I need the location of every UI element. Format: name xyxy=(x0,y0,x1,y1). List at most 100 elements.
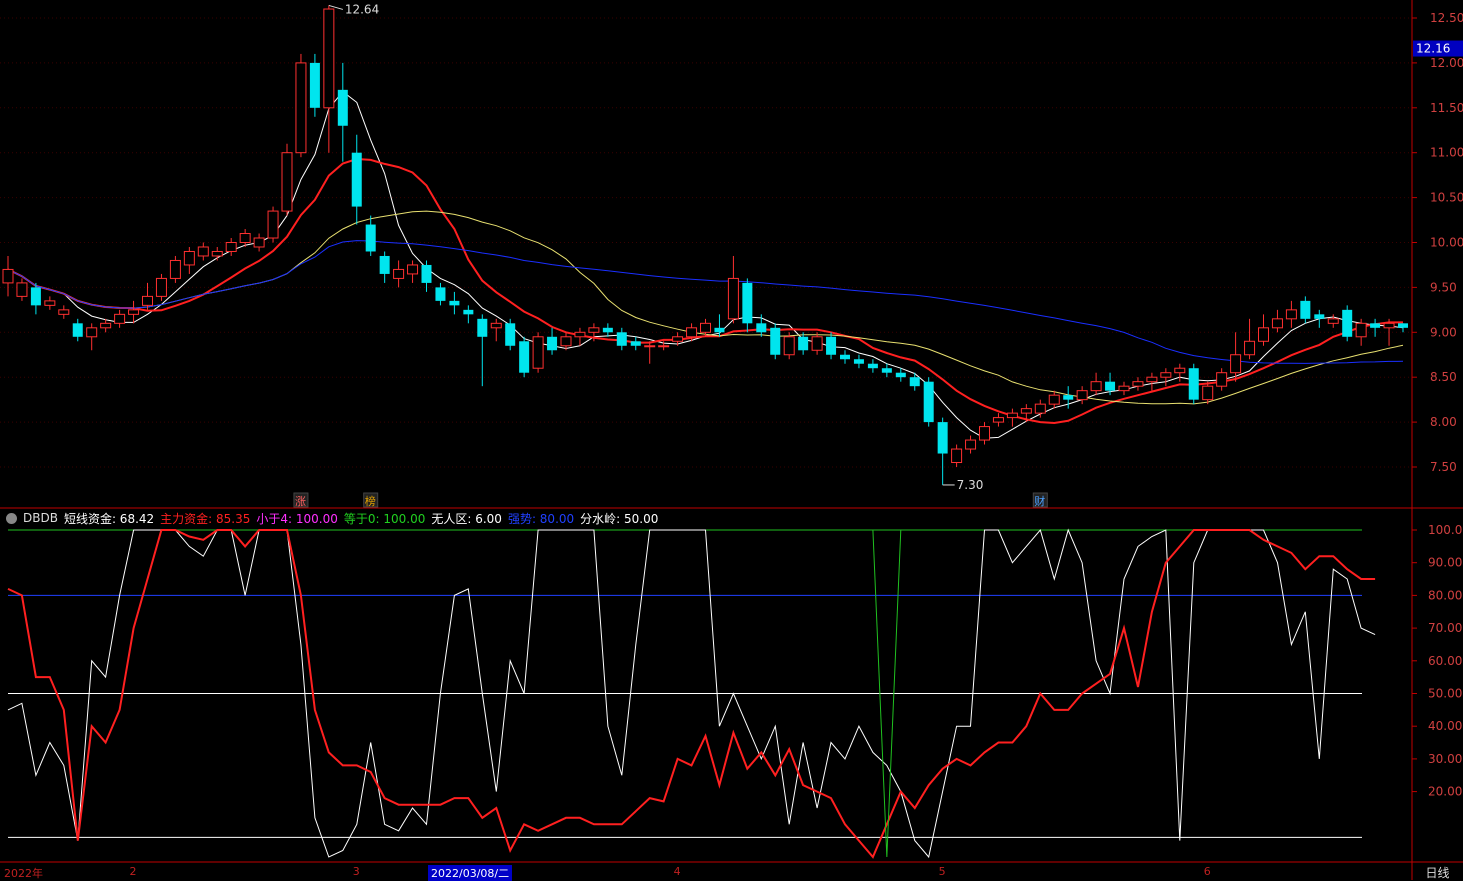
indicator-tick-label: 60.00 xyxy=(1428,654,1462,668)
candle-body xyxy=(1355,322,1367,338)
candle xyxy=(937,417,948,485)
candle xyxy=(853,354,864,369)
candle-body xyxy=(881,368,892,373)
candle xyxy=(1342,305,1353,342)
candle-body xyxy=(770,327,781,355)
candle-body xyxy=(1006,412,1018,419)
candle-body xyxy=(992,417,1004,423)
candle-body xyxy=(979,426,990,441)
candle-body xyxy=(742,282,753,324)
candle xyxy=(630,336,641,351)
candle xyxy=(923,377,934,427)
candle-body xyxy=(323,8,335,109)
candle xyxy=(323,5,335,153)
legend-eq0: 等于0: 100.00 xyxy=(343,511,426,526)
low-price-label: 7.30 xyxy=(957,478,984,492)
candle xyxy=(1076,386,1088,405)
current-price-label: 12.16 xyxy=(1416,42,1450,56)
candle-body xyxy=(1398,323,1408,328)
candle xyxy=(951,444,963,467)
candle-body xyxy=(1090,381,1102,392)
candle-body xyxy=(1370,323,1381,328)
candle xyxy=(1258,314,1269,346)
candle-body xyxy=(490,322,502,329)
candle xyxy=(72,318,83,342)
candle xyxy=(114,309,126,328)
candle-body xyxy=(155,277,167,297)
candle-body xyxy=(1063,395,1074,400)
candle-body xyxy=(1216,372,1228,387)
candle-body xyxy=(463,309,474,315)
candle-body xyxy=(1300,300,1311,319)
event-marker: 榜 xyxy=(365,494,376,508)
event-marker: 涨 xyxy=(295,495,306,508)
candle xyxy=(1160,368,1172,387)
candle xyxy=(811,332,823,355)
candle xyxy=(435,282,446,306)
price-tick-label: 9.50 xyxy=(1430,280,1457,294)
candle-body xyxy=(853,359,864,364)
candle-body xyxy=(1132,381,1144,387)
candle-body xyxy=(449,300,460,306)
price-tick-label: 11.50 xyxy=(1430,101,1463,115)
candle-body xyxy=(337,89,348,126)
candle-body xyxy=(686,327,698,338)
candle-body xyxy=(142,295,153,306)
candle xyxy=(979,422,990,445)
candle-body xyxy=(644,345,656,348)
candle xyxy=(1230,332,1242,382)
candle-body xyxy=(783,336,795,356)
candle-body xyxy=(1342,309,1353,337)
price-tick-label: 12.00 xyxy=(1430,56,1463,70)
candle-body xyxy=(44,300,56,306)
candle-body xyxy=(281,152,293,212)
stock-chart[interactable]: 12.50 12.00 11.50 11.00 10.50 10.00 9.50 9.00 8.… xyxy=(0,0,1463,880)
candle xyxy=(1034,399,1046,418)
candle-body xyxy=(1105,381,1116,391)
candle-body xyxy=(114,313,126,324)
candle xyxy=(602,323,613,337)
candle xyxy=(1327,314,1339,328)
candle xyxy=(281,143,293,216)
candle xyxy=(909,372,920,391)
candle xyxy=(616,327,627,351)
candle-body xyxy=(1160,372,1172,378)
candle-body xyxy=(895,372,906,378)
candle-body xyxy=(86,327,98,338)
candle xyxy=(407,260,419,283)
candle-body xyxy=(393,268,405,279)
candle-body xyxy=(727,277,739,320)
time-label: 5 xyxy=(938,865,946,878)
candle xyxy=(463,305,474,324)
candle xyxy=(477,314,488,387)
candle-body xyxy=(435,287,446,301)
legend-no-mans-land: 无人区: 6.00 xyxy=(431,511,502,526)
candle-body xyxy=(923,381,934,423)
candle-body xyxy=(574,331,586,338)
candle-body xyxy=(267,210,279,239)
candle-body xyxy=(1258,327,1269,342)
candle xyxy=(225,238,237,256)
candlestick-series[interactable] xyxy=(2,5,1408,485)
indicator-toggle-icon[interactable] xyxy=(6,512,17,524)
candle xyxy=(253,233,265,252)
candle-body xyxy=(700,322,711,333)
candle-body xyxy=(1118,385,1130,392)
candle xyxy=(1048,390,1060,409)
legend-lt4: 小于4: 100.00 xyxy=(256,511,338,526)
candle xyxy=(644,341,656,364)
indicator-axis: 100.00 90.00 80.00 70.00 60.00 50.00 40.00 30.0… xyxy=(1412,523,1463,799)
candle xyxy=(1216,368,1228,391)
candle-body xyxy=(1285,309,1297,320)
candle-body xyxy=(532,336,544,369)
candle xyxy=(1174,363,1186,382)
candle-body xyxy=(72,323,83,337)
candle xyxy=(867,359,878,373)
candle-body xyxy=(560,336,572,347)
candle-body xyxy=(811,336,823,351)
period-selector[interactable]: 日线 xyxy=(1412,864,1463,880)
candle-body xyxy=(295,62,307,154)
price-tick-label: 10.50 xyxy=(1430,191,1463,205)
candle xyxy=(783,332,795,360)
indicator-tick-label: 20.00 xyxy=(1428,785,1462,799)
